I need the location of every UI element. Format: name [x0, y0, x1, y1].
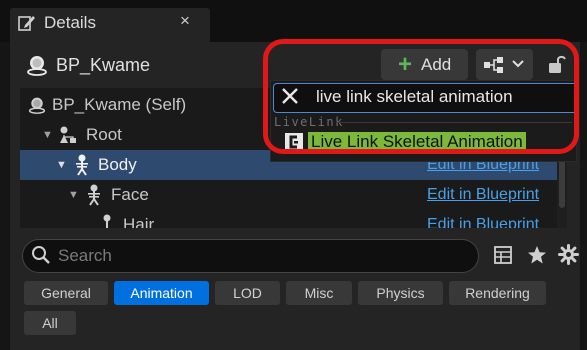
filter-rendering[interactable]: Rendering	[449, 281, 546, 305]
actor-icon	[27, 56, 47, 76]
filter-physics[interactable]: Physics	[358, 281, 443, 305]
filter-all[interactable]: All	[24, 311, 76, 335]
skeleton-icon	[76, 154, 88, 176]
star-icon[interactable]	[527, 245, 547, 265]
tab-title: Details	[44, 13, 96, 32]
filter-animation[interactable]: Animation	[114, 281, 209, 305]
clear-icon[interactable]	[280, 86, 300, 106]
expand-arrow-icon[interactable]: ▼	[56, 159, 67, 171]
component-icon	[285, 133, 303, 151]
actor-icon	[28, 97, 46, 114]
search-input[interactable]	[56, 245, 460, 267]
close-icon[interactable]: ×	[180, 11, 190, 31]
component-search-input[interactable]	[314, 85, 573, 109]
tree-item-self[interactable]: BP_Kwame (Self)	[52, 95, 186, 115]
expand-arrow-icon[interactable]: ▼	[68, 189, 79, 201]
search-icon	[32, 246, 50, 264]
tree-item-hair[interactable]: Hair	[123, 215, 154, 228]
gear-icon[interactable]	[558, 244, 579, 265]
filter-lod[interactable]: LOD	[215, 281, 280, 305]
expand-arrow-icon[interactable]: ▼	[42, 129, 53, 141]
filter-general[interactable]: General	[24, 281, 108, 305]
category-header: LiveLink	[274, 115, 344, 129]
result-live-link-skeletal-animation[interactable]: Live Link Skeletal Animation	[308, 132, 526, 152]
blueprint-icon	[484, 57, 503, 73]
edit-in-blueprint-link-face[interactable]: Edit in Blueprint	[427, 186, 539, 204]
table-icon[interactable]	[494, 246, 512, 264]
filter-misc[interactable]: Misc	[286, 281, 352, 305]
tree-item-body[interactable]: Body	[98, 155, 137, 175]
tree-item-root[interactable]: Root	[86, 125, 122, 145]
actor-name: BP_Kwame	[56, 55, 151, 75]
tree-row-clipped: Hair	[98, 214, 238, 228]
lock-icon[interactable]	[548, 54, 566, 74]
details-icon	[18, 16, 35, 31]
category-divider	[336, 122, 572, 123]
plus-icon: +	[398, 51, 413, 78]
edit-in-blueprint-link-hair[interactable]: Edit in Blueprint	[427, 216, 539, 228]
chevron-down-icon	[512, 60, 524, 68]
tree-item-face[interactable]: Face	[111, 185, 149, 205]
tree-link-clipped: Edit in Blueprint	[427, 214, 557, 228]
skeleton-icon	[103, 214, 111, 228]
hierarchy-icon	[60, 126, 76, 143]
add-button-label: Add	[421, 55, 452, 74]
skeleton-icon	[88, 184, 100, 206]
